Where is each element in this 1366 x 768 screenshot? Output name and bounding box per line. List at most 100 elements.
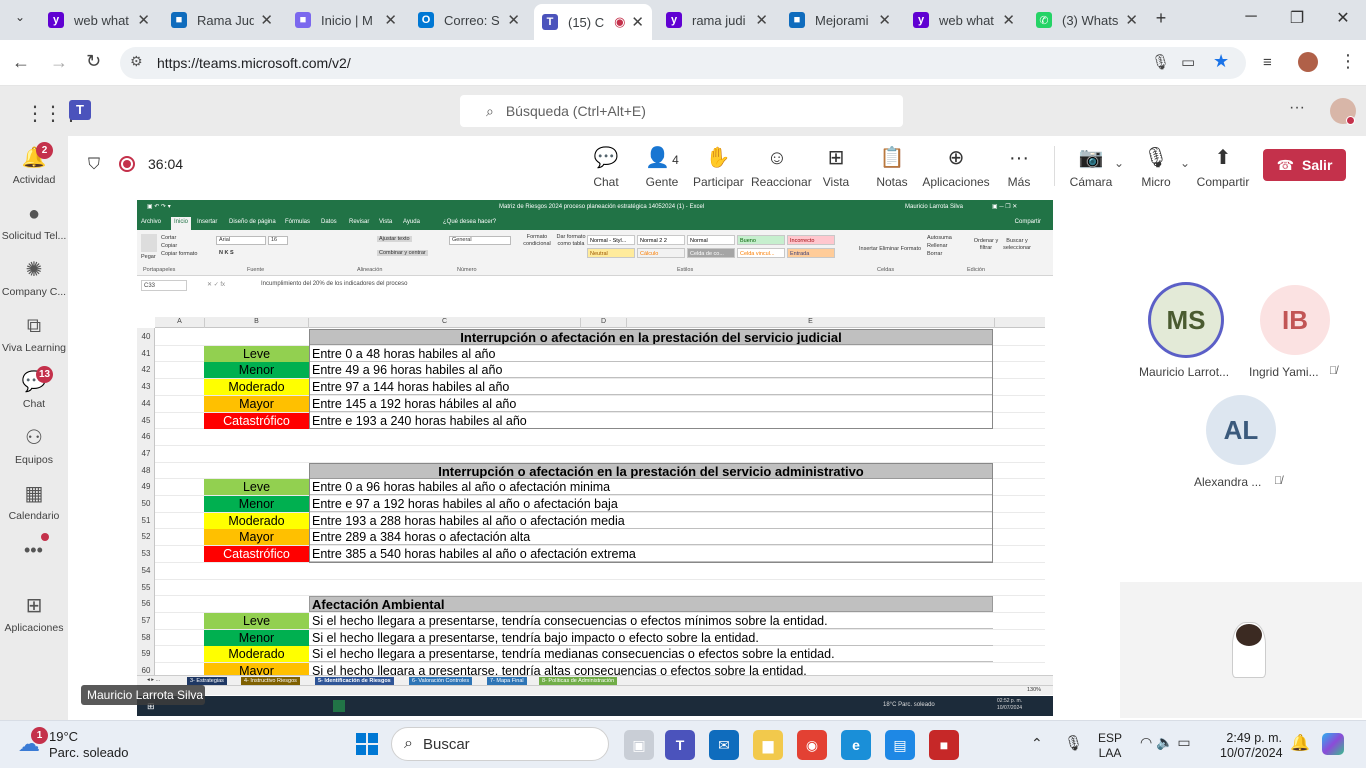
browser-tab[interactable]: y web what ✕ — [40, 6, 158, 34]
explorer-task-icon[interactable]: ▆ — [753, 730, 783, 760]
rail-item-calendario[interactable]: ▦ Calendario — [0, 482, 68, 522]
rail-item-viva-learning[interactable]: ⧉ Viva Learning — [0, 314, 68, 354]
wifi-volume-battery-icons[interactable]: ◠ 🔈 ▭ — [1140, 734, 1191, 751]
browser-tab[interactable]: ✆ (3) Whats ✕ — [1028, 6, 1146, 34]
language-indicator[interactable]: ESP LAA — [1098, 731, 1122, 761]
meeting-btn-chat[interactable]: 💬 Chat — [586, 146, 626, 189]
close-tab-icon[interactable]: ✕ — [384, 11, 397, 29]
reload-icon[interactable]: ↻ — [86, 51, 101, 72]
rail-item-actividad[interactable]: 🔔 Actividad 2 — [0, 142, 68, 186]
meeting-btn-reaccionar[interactable]: ☺ Reaccionar — [751, 146, 812, 189]
mic-options-chevron-icon[interactable]: ⌄ — [1180, 156, 1190, 170]
browser-tab[interactable]: ■ Mejorami ✕ — [781, 6, 899, 34]
meeting-btn-compartir[interactable]: ⬆ Compartir — [1196, 146, 1250, 189]
close-tab-icon[interactable]: ✕ — [1002, 11, 1015, 29]
site-info-icon[interactable]: ⚙ — [130, 53, 143, 70]
notification-bell-icon[interactable]: 🔔 — [1290, 733, 1310, 753]
leave-button[interactable]: ☎ Salir — [1263, 149, 1346, 181]
close-window-icon[interactable]: ✕ — [1328, 8, 1358, 28]
meeting-btn-aplicaciones[interactable]: ⊕ Aplicaciones — [920, 146, 992, 189]
taskview-icon[interactable]: ▣ — [624, 730, 654, 760]
meeting-btn-vista[interactable]: ⊞ Vista — [815, 146, 857, 189]
sheet-tab: 8- Políticas de Administración — [539, 677, 618, 685]
maximize-icon[interactable]: ❐ — [1282, 8, 1312, 28]
teams-task-icon[interactable]: T — [665, 730, 695, 760]
meeting-btn-notas[interactable]: 📋 Notas — [870, 146, 914, 189]
browser-tab[interactable]: O Correo: S ✕ — [410, 6, 528, 34]
browser-tab[interactable]: ■ Rama Jud ✕ — [163, 6, 281, 34]
browser-tab[interactable]: y web what ✕ — [905, 6, 1023, 34]
close-tab-icon[interactable]: ✕ — [631, 13, 644, 31]
close-tab-icon[interactable]: ✕ — [260, 11, 273, 29]
participant-avatar[interactable]: AL — [1206, 395, 1276, 465]
mail-task-icon[interactable]: ✉ — [709, 730, 739, 760]
tray-mic-icon[interactable]: 🎙 — [1064, 734, 1083, 752]
tab-title: Rama Jud — [197, 12, 255, 28]
rail-item-aplicaciones[interactable]: ⊞ Aplicaciones — [0, 594, 68, 634]
rail-item-equipos[interactable]: ⚇ Equipos — [0, 426, 68, 466]
sheet-nav-arrows: ◂ ▸ ... — [147, 677, 161, 683]
meeting-btn-mas[interactable]: ··· Más — [999, 146, 1039, 189]
mic-icon[interactable]: 🎙 — [1151, 53, 1170, 71]
tray-chevron-icon[interactable]: ⌃ — [1031, 735, 1043, 752]
install-app-icon[interactable]: ▭ — [1181, 53, 1195, 71]
rail-label: Calendario — [8, 510, 60, 522]
calendar-icon: ▦ — [24, 483, 44, 505]
participant-avatar[interactable]: IB — [1260, 285, 1330, 355]
media-control-icon[interactable]: ≡ — [1263, 54, 1272, 71]
app-icon: ● — [27, 203, 41, 225]
browser-tab-bar: ⌄ y web what ✕ ■ Rama Jud ✕ ■ Inicio | M ✕ O Corre… — [0, 0, 1366, 40]
edge-task-icon[interactable]: e — [841, 730, 871, 760]
close-tab-icon[interactable]: ✕ — [137, 11, 150, 29]
teams-search-input[interactable]: ⌕ Búsqueda (Ctrl+Alt+E) — [460, 95, 903, 127]
minimize-icon[interactable]: ─ — [1236, 8, 1266, 26]
impact-description: Si el hecho llegara a presentarse, tendr… — [309, 646, 993, 663]
camera-options-chevron-icon[interactable]: ⌄ — [1114, 156, 1124, 170]
meeting-btn-micro[interactable]: 🎙 Micro — [1136, 146, 1176, 189]
tab-search-icon[interactable]: ⌄ — [10, 10, 30, 30]
chrome-menu-icon[interactable]: ⋮ — [1339, 51, 1357, 72]
participant-avatar[interactable]: MS — [1151, 285, 1221, 355]
back-icon[interactable]: ← — [12, 52, 30, 73]
rail-item-chat[interactable]: 💬 Chat 13 — [0, 366, 68, 410]
close-tab-icon[interactable]: ✕ — [507, 11, 520, 29]
close-tab-icon[interactable]: ✕ — [755, 11, 768, 29]
store-task-icon[interactable]: ▤ — [885, 730, 915, 760]
search-icon: ⌕ — [486, 102, 494, 119]
block-border — [309, 462, 993, 563]
new-tab-icon[interactable]: + — [1151, 8, 1171, 29]
windows-search-box[interactable]: ⌕ Buscar — [391, 727, 609, 761]
browser-tab[interactable]: ■ Inicio | M ✕ — [287, 6, 405, 34]
rail-item-company-c-[interactable]: ✺ Company C... — [0, 258, 68, 298]
more-apps-icon[interactable]: ••• — [24, 540, 43, 561]
start-icon[interactable] — [356, 733, 378, 755]
rail-item-solicitud-tel-[interactable]: ● Solicitud Tel... — [0, 202, 68, 242]
weather-desc[interactable]: Parc. soleado — [49, 745, 129, 760]
recording-icon — [119, 156, 135, 172]
meeting-btn-label: Reaccionar — [751, 175, 812, 189]
browser-tab[interactable]: y rama judi ✕ — [658, 6, 776, 34]
meeting-btn-gente[interactable]: 👤 4 Gente — [640, 146, 684, 189]
meeting-btn-participar[interactable]: ✋ Participar — [693, 146, 744, 189]
clock[interactable]: 2:49 p. m. 10/07/2024 — [1220, 731, 1283, 761]
meeting-btn-camara[interactable]: 📷 Cámara — [1066, 146, 1116, 189]
url-field[interactable]: ⚙ https://teams.microsoft.com/v2/ 🎙 ▭ ★ — [120, 47, 1246, 79]
tab-title: (3) Whats — [1062, 12, 1119, 28]
bookmark-star-icon[interactable]: ★ — [1213, 51, 1229, 72]
forward-icon[interactable]: → — [50, 52, 68, 73]
chrome-task-icon[interactable]: ◉ — [797, 730, 827, 760]
close-tab-icon[interactable]: ✕ — [878, 11, 891, 29]
impact-level-2: Moderado — [204, 379, 309, 396]
copilot-icon[interactable] — [1322, 733, 1344, 755]
meeting-btn-label: Notas — [876, 175, 908, 189]
profile-avatar[interactable] — [1298, 52, 1318, 72]
close-tab-icon[interactable]: ✕ — [1125, 11, 1138, 29]
red-app-task-icon[interactable]: ■ — [929, 730, 959, 760]
impact-level-4: Catastrófico — [204, 546, 309, 563]
tab-title: web what — [74, 12, 129, 28]
weather-temp[interactable]: 19°C — [49, 729, 78, 744]
browser-tab[interactable]: T (15) C ◉ ✕ — [534, 4, 652, 40]
grid-line — [155, 578, 1045, 580]
more-options-icon[interactable]: ··· — [1289, 99, 1305, 117]
more-icon: ··· — [1009, 147, 1029, 169]
